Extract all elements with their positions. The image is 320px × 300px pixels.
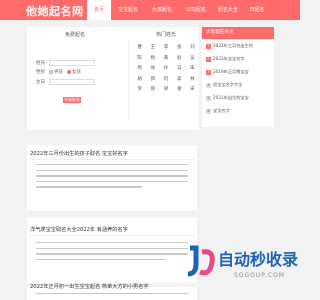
- surname-link[interactable]: 宋: [186, 86, 199, 92]
- sidebar-item-label: 2022年宝宝名字: [213, 56, 245, 61]
- surname-link[interactable]: 王: [146, 44, 159, 50]
- rank-badge: 2: [206, 56, 211, 62]
- watermark-main-text: 自动秒收录: [218, 250, 298, 269]
- rank-badge: 5: [206, 95, 211, 101]
- sidebar-item-label: 宝宝名字: [213, 108, 230, 113]
- watermark-sub-text: SOGOUP.COM: [234, 272, 285, 279]
- article-title[interactable]: 2022年三月份出生的孩子取名 宝宝好名字: [30, 150, 128, 157]
- sidebar-item[interactable]: 3 2019年正月猪宝宝: [206, 69, 274, 75]
- surname-input[interactable]: [49, 60, 95, 66]
- hot-surname-grid: 曹 王 李 张 刘 陈 杨 黄 赵 吴 周 徐 孙 马 朱 胡 郭 何 高 林 …: [133, 44, 199, 92]
- male-radio[interactable]: [49, 70, 53, 74]
- rank-badge: 1: [206, 43, 211, 49]
- surname-link[interactable]: 罗: [133, 86, 146, 92]
- site-logo[interactable]: 他她起名网: [26, 3, 84, 19]
- surname-link[interactable]: 梁: [159, 86, 172, 92]
- rank-badge: 4: [206, 82, 211, 88]
- birthday-row: 生日: [36, 79, 95, 85]
- female-radio[interactable]: [67, 70, 71, 74]
- nav-name-list[interactable]: 起名大全: [213, 0, 243, 20]
- start-naming-button[interactable]: 开始起名: [63, 97, 81, 103]
- surname-link[interactable]: 高: [173, 76, 186, 82]
- surname-link[interactable]: 朱: [186, 65, 199, 71]
- article-excerpt: [36, 242, 188, 264]
- surname-link[interactable]: 黄: [159, 55, 172, 61]
- birthday-label: 生日: [36, 80, 45, 85]
- main-nav: 首页 宝宝起名 女孩起名 公司起名 起名大全 日起名: [87, 0, 271, 20]
- article-title[interactable]: 洋气虎宝宝取名大全2022年 有涵养的名字: [30, 226, 128, 233]
- article-excerpt: [36, 164, 188, 192]
- surname-link[interactable]: 曹: [133, 44, 146, 50]
- nav-company-names[interactable]: 公司起名: [179, 0, 213, 20]
- surname-link[interactable]: 林: [186, 76, 199, 82]
- surname-link[interactable]: 吴: [186, 55, 199, 61]
- rank-badge: 3: [206, 69, 211, 75]
- sidebar-item-label: 男宝宝名字大全: [213, 82, 243, 87]
- surname-link[interactable]: 周: [133, 65, 146, 71]
- surname-link[interactable]: 马: [173, 65, 186, 71]
- surname-link[interactable]: 郑: [146, 86, 159, 92]
- sidebar-item[interactable]: 1 2022年三月份出生的: [206, 43, 274, 49]
- surname-link[interactable]: 张: [173, 44, 186, 50]
- surname-link[interactable]: 陈: [133, 55, 146, 61]
- surname-link[interactable]: 孙: [159, 65, 172, 71]
- sidebar-item-label: 2019年正月猪宝宝: [213, 69, 249, 74]
- surname-link[interactable]: 刘: [186, 44, 199, 50]
- surname-link[interactable]: 何: [159, 76, 172, 82]
- sidebar-item[interactable]: 2 2022年宝宝名字: [206, 56, 274, 62]
- sidebar-title: 大家都在关注: [202, 27, 274, 39]
- nav-baby-names[interactable]: 宝宝起名: [111, 0, 145, 20]
- article-excerpt: [36, 293, 188, 299]
- surname-link[interactable]: 赵: [173, 55, 186, 61]
- surname-link[interactable]: 杨: [146, 55, 159, 61]
- surname-link[interactable]: 徐: [146, 65, 159, 71]
- female-label: 女孩: [72, 70, 81, 75]
- free-name-title: 免费起名: [64, 32, 85, 38]
- sidebar-item-label: 2022年三月份出生的: [213, 43, 253, 48]
- nav-girl-names[interactable]: 女孩起名: [145, 0, 179, 20]
- surname-link[interactable]: 李: [159, 44, 172, 50]
- nav-daily-names[interactable]: 日起名: [243, 0, 271, 20]
- article-divider: [30, 235, 194, 236]
- article-divider: [30, 159, 194, 160]
- rank-badge: 6: [206, 108, 211, 114]
- article-title[interactable]: 2022年正月初一出生宝宝起名 简单大方的小男名字: [30, 283, 149, 290]
- sidebar-item[interactable]: 5 2021年出生的宝宝: [206, 95, 274, 101]
- top-header: 他她起名网 首页 宝宝起名 女孩起名 公司起名 起名大全 日起名: [0, 0, 300, 20]
- surname-label: 姓氏: [36, 61, 45, 66]
- hot-surnames-title: 热门姓氏: [155, 32, 176, 38]
- watermark: 自动秒收录 SOGOUP.COM: [186, 242, 298, 286]
- nav-home[interactable]: 首页: [87, 0, 111, 20]
- sidebar-item[interactable]: 6 宝宝名字: [206, 108, 274, 114]
- male-label: 男孩: [54, 70, 63, 75]
- surname-row: 姓氏: [36, 60, 95, 66]
- surname-link[interactable]: 郭: [146, 76, 159, 82]
- gender-label: 性别: [36, 70, 45, 75]
- surname-link[interactable]: 谢: [173, 86, 186, 92]
- birthday-input[interactable]: [49, 79, 95, 85]
- watermark-logo-icon: 自动秒收录 SOGOUP.COM: [187, 245, 298, 279]
- sidebar-item[interactable]: 4 男宝宝名字大全: [206, 82, 274, 88]
- sidebar-item-label: 2021年出生的宝宝: [213, 95, 249, 100]
- panel-divider: [128, 39, 129, 119]
- gender-row: 性别 男孩 女孩: [36, 69, 81, 75]
- surname-link[interactable]: 胡: [133, 76, 146, 82]
